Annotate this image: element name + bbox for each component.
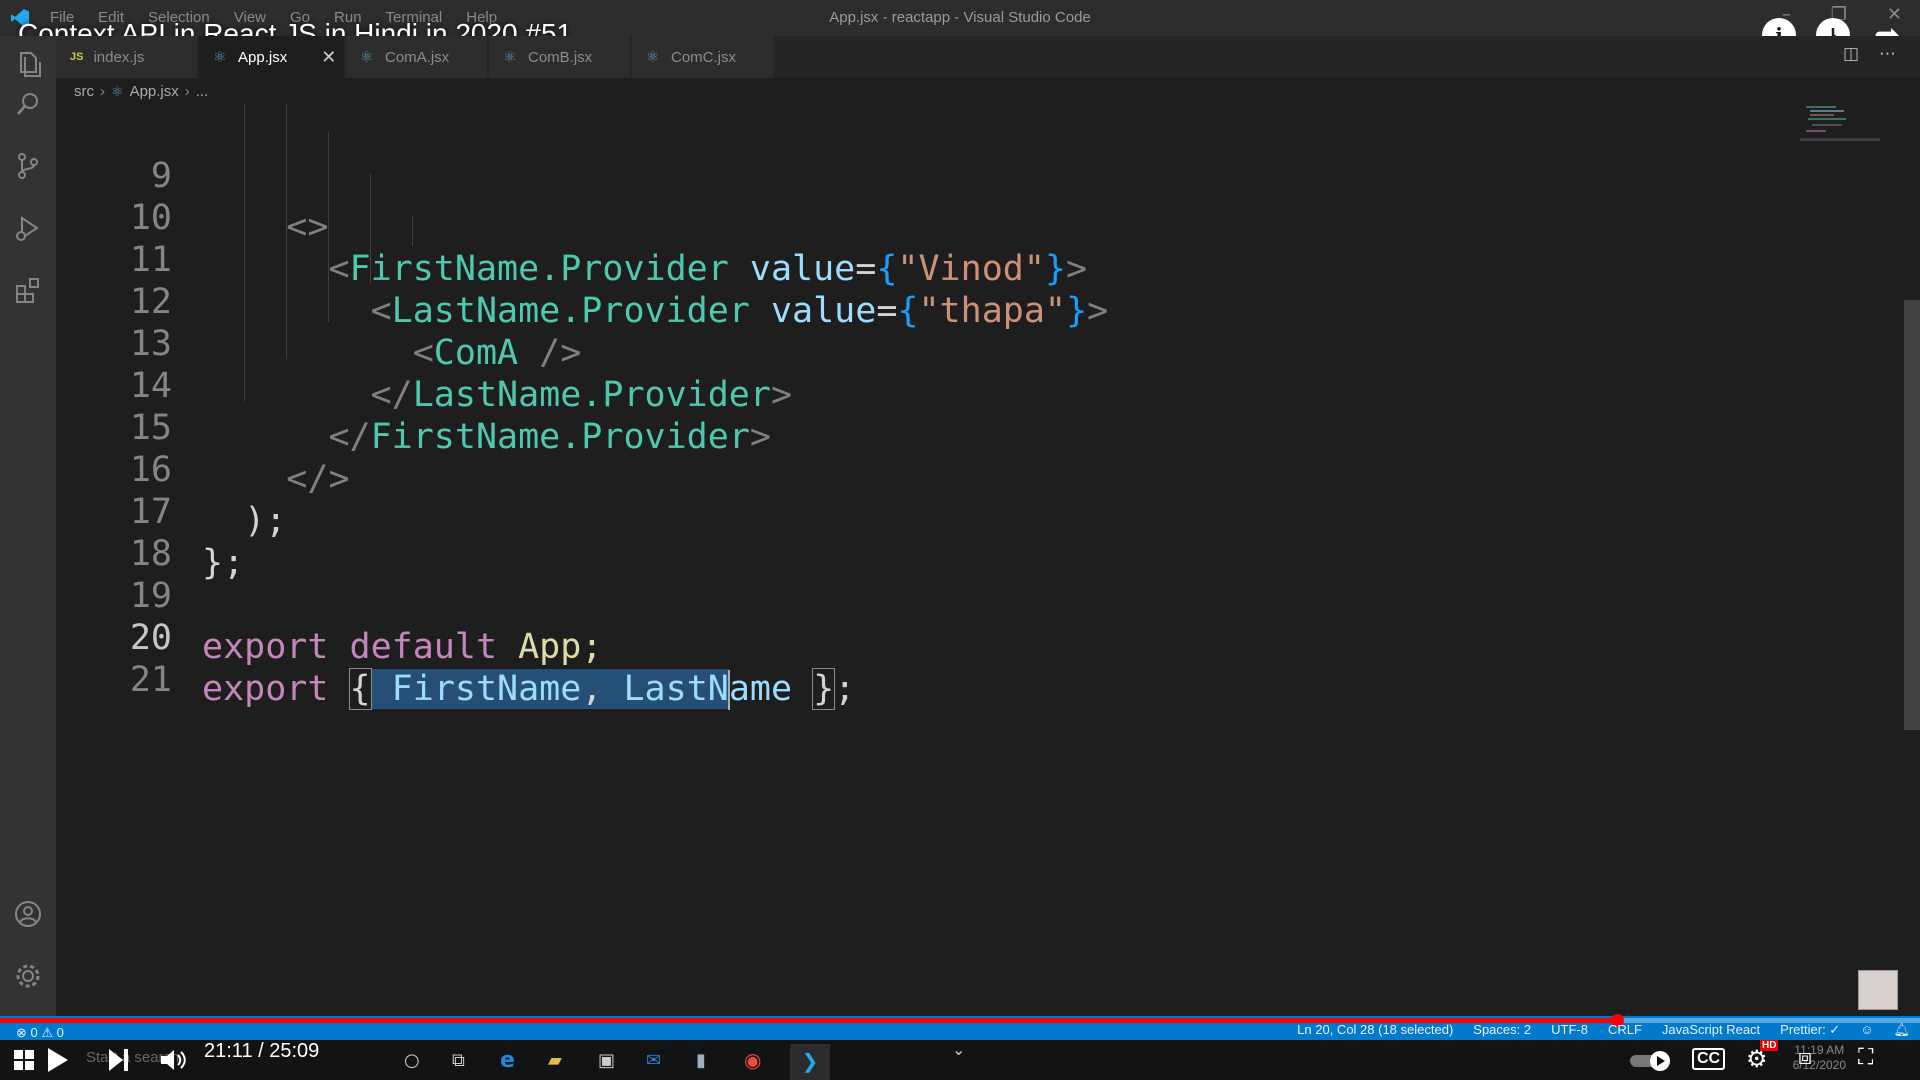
accounts-icon[interactable] <box>12 898 44 930</box>
settings-gear-icon[interactable] <box>12 960 44 992</box>
tab-label: ComA.jsx <box>385 48 450 66</box>
status-indentation[interactable]: Spaces: 2 <box>1473 1022 1531 1038</box>
tab-label: index.js <box>93 48 145 66</box>
status-encoding[interactable]: UTF-8 <box>1551 1022 1588 1038</box>
text-selection: FirstName, LastN <box>370 669 729 709</box>
run-debug-icon[interactable] <box>12 212 44 244</box>
fullscreen-icon[interactable]: ⛶ <box>1858 1045 1873 1070</box>
line-number: 21 <box>129 660 172 700</box>
tab-comb-jsx[interactable]: ⚛ ComB.jsx <box>489 36 631 78</box>
captions-icon[interactable]: CC <box>1692 1048 1726 1070</box>
editor-tab-bar: JS index.js ⚛ App.jsx ✕ ⚛ ComA.jsx ⚛ Com… <box>56 36 1920 78</box>
vertical-scrollbar[interactable] <box>1904 300 1920 730</box>
extensions-icon[interactable] <box>12 274 44 306</box>
tab-label: ComC.jsx <box>671 48 737 66</box>
hd-badge: HD <box>1760 1040 1779 1051</box>
tab-coma-jsx[interactable]: ⚛ ComA.jsx <box>346 36 488 78</box>
close-tab-icon[interactable]: ✕ <box>321 47 336 68</box>
react-icon: ⚛ <box>646 47 660 66</box>
breadcrumb-file[interactable]: App.jsx <box>130 83 179 100</box>
breadcrumb: src › ⚛ App.jsx › ... <box>74 80 208 102</box>
warning-icon: ⚠ <box>41 1025 54 1040</box>
status-cursor-position[interactable]: Ln 20, Col 28 (18 selected) <box>1297 1022 1453 1038</box>
tab-app-jsx[interactable]: ⚛ App.jsx ✕ <box>199 36 345 78</box>
windows-start-icon[interactable] <box>14 1050 34 1070</box>
edge-browser-icon[interactable]: e <box>500 1048 515 1073</box>
app-icon[interactable]: ▮ <box>696 1050 706 1071</box>
more-actions-icon[interactable]: ⋯ <box>1879 44 1896 64</box>
cortana-icon[interactable]: ○ <box>404 1050 420 1071</box>
vscode-taskbar-icon[interactable]: ❯ <box>790 1044 830 1080</box>
tab-index-js[interactable]: JS index.js <box>56 36 198 78</box>
status-right-items: Ln 20, Col 28 (18 selected) Spaces: 2 UT… <box>1297 1022 1910 1038</box>
js-file-icon: JS <box>70 51 84 63</box>
tab-label: App.jsx <box>238 48 288 66</box>
activity-bar <box>0 36 56 1016</box>
error-icon: ⊗ <box>16 1025 27 1040</box>
play-icon[interactable] <box>46 1046 70 1074</box>
channel-watermark[interactable] <box>1858 970 1898 1010</box>
warning-count: 0 <box>56 1025 64 1040</box>
source-control-icon[interactable] <box>12 150 44 182</box>
tab-comc-jsx[interactable]: ⚛ ComC.jsx <box>632 36 774 78</box>
chevron-right-icon: › <box>184 82 190 100</box>
autoplay-toggle[interactable] <box>1630 1050 1674 1072</box>
breadcrumb-symbol[interactable]: ... <box>196 83 209 100</box>
feedback-icon[interactable]: ☺ <box>1860 1022 1873 1038</box>
store-icon[interactable]: ▣ <box>598 1050 615 1071</box>
minimap[interactable] <box>1800 104 1880 144</box>
editor-actions: ◫ ⋯ <box>1843 44 1896 64</box>
video-time-display: 21:11 / 25:09 <box>204 1040 320 1062</box>
next-video-icon[interactable] <box>108 1048 130 1072</box>
notifications-icon[interactable]: 🔔︎ <box>1893 1022 1910 1038</box>
error-count: 0 <box>30 1025 38 1040</box>
explorer-icon[interactable] <box>12 48 44 80</box>
search-icon[interactable] <box>12 88 44 120</box>
status-eol[interactable]: CRLF <box>1608 1022 1642 1038</box>
status-prettier[interactable]: Prettier: ✓ <box>1780 1022 1840 1038</box>
chevron-down-icon[interactable]: ⌄ <box>952 1040 965 1059</box>
chrome-icon[interactable]: ◉ <box>744 1048 761 1072</box>
mail-icon[interactable]: ✉ <box>646 1050 661 1071</box>
code-editor[interactable]: 9 <> 10 <FirstName.Provider value={"Vino… <box>56 104 1896 1016</box>
file-explorer-icon[interactable]: ▰ <box>548 1050 562 1071</box>
breadcrumb-folder[interactable]: src <box>74 83 94 100</box>
line-content: export { FirstName, LastName }; <box>202 668 856 710</box>
status-language[interactable]: JavaScript React <box>1662 1022 1760 1038</box>
code-line: 21 <box>56 604 1896 700</box>
react-icon: ⚛ <box>360 47 374 66</box>
react-icon: ⚛ <box>213 47 227 66</box>
miniplayer-icon[interactable]: ⧈ <box>1798 1045 1812 1070</box>
chevron-right-icon: › <box>100 82 105 100</box>
react-icon: ⚛ <box>503 47 517 66</box>
volume-icon[interactable] <box>160 1048 188 1072</box>
task-view-icon[interactable]: ⧉ <box>452 1050 465 1071</box>
react-icon: ⚛ <box>111 82 124 99</box>
split-editor-icon[interactable]: ◫ <box>1843 44 1859 64</box>
status-problems[interactable]: ⊗ 0 ⚠ 0 <box>16 1025 64 1041</box>
tab-label: ComB.jsx <box>528 48 593 66</box>
